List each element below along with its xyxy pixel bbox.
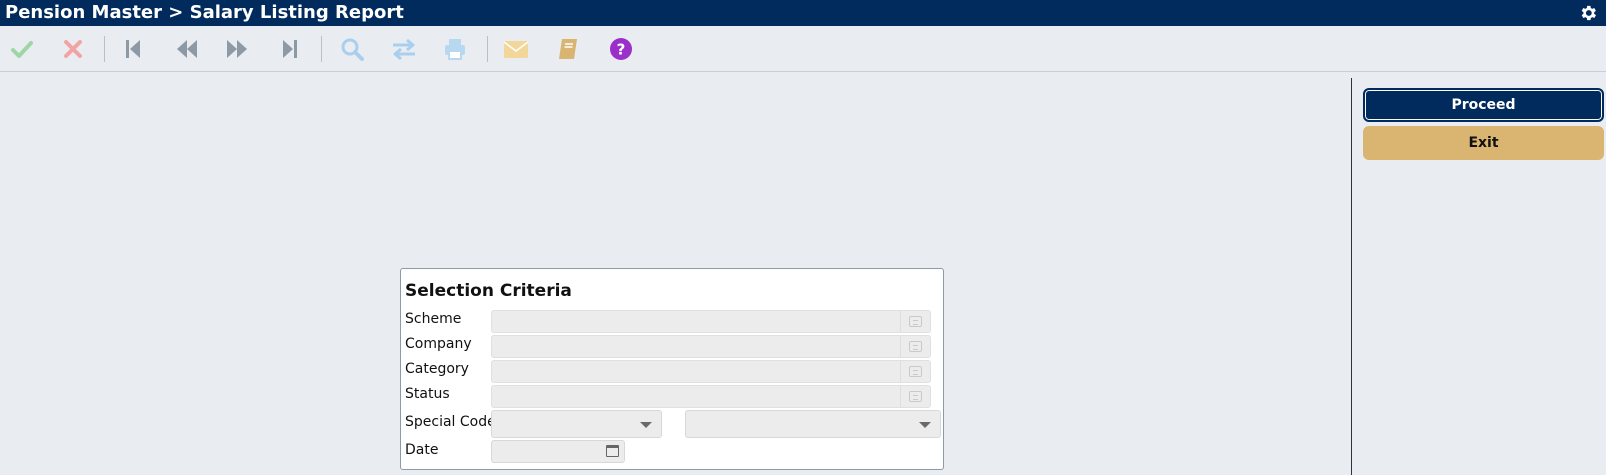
date-field[interactable] bbox=[491, 440, 625, 463]
search-icon[interactable] bbox=[338, 36, 366, 62]
category-lookup-icon[interactable] bbox=[900, 361, 930, 382]
special-code-select-1[interactable] bbox=[491, 410, 662, 438]
scheme-lookup-icon[interactable] bbox=[900, 311, 930, 332]
status-label: Status bbox=[405, 386, 450, 402]
window-title: Pension Master > Salary Listing Report bbox=[5, 2, 404, 23]
scheme-label: Scheme bbox=[405, 311, 462, 327]
special-code-label: Special Code bbox=[405, 414, 496, 430]
gear-icon[interactable] bbox=[1578, 3, 1598, 23]
panel-title: Selection Criteria bbox=[405, 281, 572, 301]
email-icon[interactable] bbox=[502, 36, 530, 62]
company-field[interactable] bbox=[491, 335, 931, 358]
company-lookup-icon[interactable] bbox=[900, 336, 930, 357]
notebook-icon[interactable] bbox=[554, 36, 582, 62]
special-code-select-2[interactable] bbox=[685, 410, 941, 438]
last-record-icon[interactable] bbox=[276, 36, 304, 62]
check-icon[interactable] bbox=[8, 36, 36, 62]
action-panel: Proceed Exit bbox=[1351, 78, 1606, 475]
toolbar: ? bbox=[0, 26, 1606, 72]
previous-record-icon[interactable] bbox=[173, 36, 201, 62]
status-lookup-icon[interactable] bbox=[900, 386, 930, 407]
proceed-button[interactable]: Proceed bbox=[1363, 88, 1604, 122]
toolbar-divider bbox=[487, 36, 488, 62]
first-record-icon[interactable] bbox=[119, 36, 147, 62]
selection-criteria-panel: Selection Criteria Scheme Company Catego… bbox=[400, 268, 944, 470]
toolbar-divider bbox=[321, 36, 322, 62]
svg-text:?: ? bbox=[617, 41, 626, 59]
calendar-icon[interactable] bbox=[606, 445, 619, 457]
company-label: Company bbox=[405, 336, 472, 352]
next-record-icon[interactable] bbox=[223, 36, 251, 62]
exit-button[interactable]: Exit bbox=[1363, 126, 1604, 160]
swap-icon[interactable] bbox=[390, 36, 418, 62]
category-field[interactable] bbox=[491, 360, 931, 383]
toolbar-divider bbox=[104, 36, 105, 62]
date-label: Date bbox=[405, 442, 439, 458]
category-label: Category bbox=[405, 361, 469, 377]
scheme-field[interactable] bbox=[491, 310, 931, 333]
status-field[interactable] bbox=[491, 385, 931, 408]
print-icon[interactable] bbox=[441, 36, 469, 62]
chevron-down-icon bbox=[640, 422, 652, 428]
chevron-down-icon bbox=[919, 422, 931, 428]
title-bar: Pension Master > Salary Listing Report bbox=[0, 0, 1606, 26]
cancel-x-icon[interactable] bbox=[59, 36, 87, 62]
help-icon[interactable]: ? bbox=[607, 36, 635, 62]
